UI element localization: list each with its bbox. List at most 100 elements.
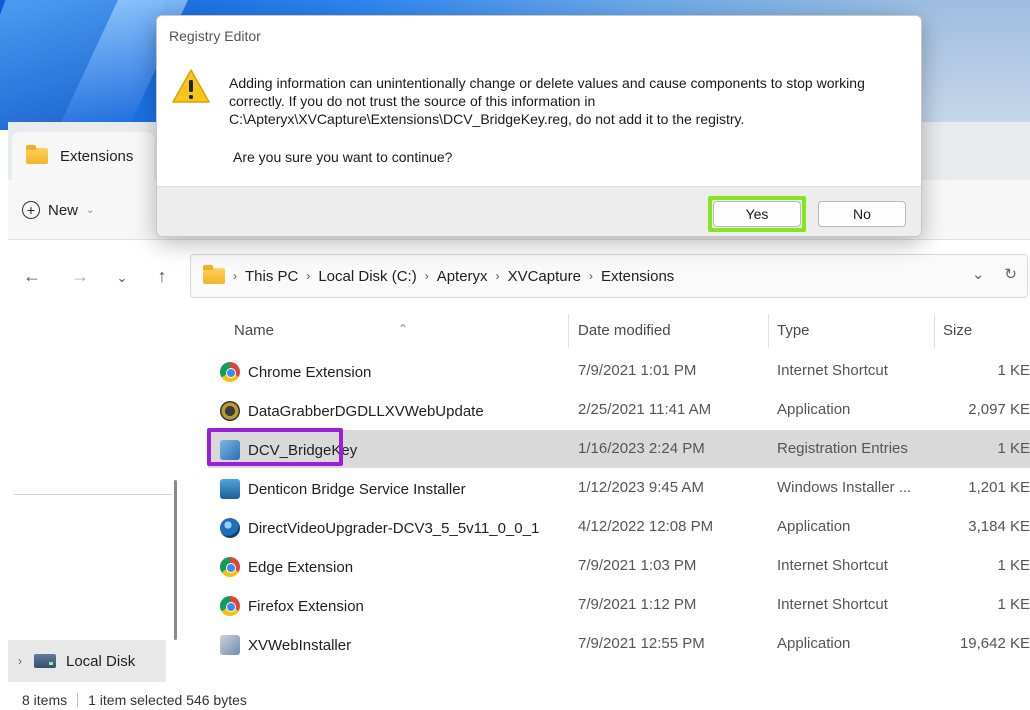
forward-arrow-icon[interactable]: → [68,266,92,287]
yes-button[interactable]: Yes [713,201,801,227]
file-type: Windows Installer ... [777,479,912,496]
file-name: Chrome Extension [248,363,372,381]
globe-app-icon [220,518,240,538]
file-name: Firefox Extension [248,597,364,615]
file-size: 19,642 KE [959,635,1030,652]
dialog-question: Are you sure you want to continue? [233,149,453,165]
recent-chevron-icon[interactable]: ⌄ [110,270,134,286]
address-dropdown-icon[interactable]: ⌄ [972,265,985,283]
breadcrumb-item[interactable]: XVCapture [508,268,581,285]
warning-icon [172,69,210,103]
file-type: Application [777,518,851,535]
file-size: 1 KE [997,596,1030,613]
file-row[interactable]: XVWebInstaller 7/9/2021 12:55 PM Applica… [208,625,1030,663]
breadcrumb-separator-icon: › [588,269,593,283]
chevron-down-icon: ⌄ [86,204,95,216]
column-header: ⌃ Name Date modified Type Size [208,310,1030,348]
chrome-icon [220,557,240,577]
file-name: Denticon Bridge Service Installer [248,480,466,498]
sort-caret-icon: ⌃ [398,322,409,336]
nav-item-local-disk[interactable]: › Local Disk [8,640,166,682]
tab-extensions[interactable]: Extensions [12,132,154,180]
nav-divider [14,494,172,495]
selection-info: 1 item selected 546 bytes [88,692,247,708]
file-name: Edge Extension [248,558,354,576]
nav-scrollbar[interactable] [174,480,177,640]
breadcrumb-item[interactable]: This PC [245,268,298,285]
folder-icon [203,265,225,284]
file-type: Registration Entries [777,440,908,457]
chrome-icon [220,596,240,616]
breadcrumb-item[interactable]: Local Disk (C:) [318,268,416,285]
file-name: DataGrabberDGDLLXVWebUpdate [248,402,484,420]
installer-icon [220,479,240,499]
breadcrumb-item[interactable]: Apteryx [437,268,488,285]
tab-label: Extensions [60,147,134,165]
file-date: 2/25/2021 11:41 AM [578,401,712,418]
navigation-bar: ← → ⌄ ↑ › This PC › Local Disk (C:) › Ap… [8,240,1030,310]
breadcrumb-separator-icon: › [233,269,237,283]
navigation-pane: › Local Disk [8,310,186,690]
file-row-selected[interactable]: DCV_BridgeKey 1/16/2023 2:24 PM Registra… [208,430,1030,468]
new-button[interactable]: + New ⌄ [22,196,94,224]
file-date: 7/9/2021 1:12 PM [578,596,697,613]
file-name: DirectVideoUpgrader-DCV3_5_5v11_0_0_1 [248,519,540,537]
address-bar[interactable]: › This PC › Local Disk (C:) › Apteryx › … [190,254,1028,298]
chrome-icon [220,362,240,382]
nav-item-label: Local Disk [66,652,136,670]
file-row[interactable]: Firefox Extension 7/9/2021 1:12 PM Inter… [208,586,1030,624]
registry-file-icon [220,440,240,460]
new-label: New [48,201,79,219]
file-name: XVWebInstaller [248,636,352,654]
wallpaper-bloom [920,0,1030,130]
column-separator[interactable] [768,314,769,348]
file-date: 7/9/2021 12:55 PM [578,635,705,652]
up-arrow-icon[interactable]: ↑ [150,266,174,287]
file-date: 1/12/2023 9:45 AM [578,479,704,496]
back-arrow-icon[interactable]: ← [20,266,44,287]
file-size: 1,201 KE [968,479,1030,496]
column-size-header[interactable]: Size [943,322,972,339]
dialog-footer: Yes No [157,186,921,236]
breadcrumb-separator-icon: › [306,269,311,283]
status-bar: 8 items 1 item selected 546 bytes [0,690,1030,710]
file-size: 3,184 KE [968,518,1030,535]
file-name: DCV_BridgeKey [248,441,358,459]
plus-icon: + [22,201,40,219]
file-type: Application [777,401,851,418]
no-button[interactable]: No [818,201,906,227]
file-row[interactable]: DataGrabberDGDLLXVWebUpdate 2/25/2021 11… [208,391,1030,429]
file-type: Internet Shortcut [777,362,888,379]
file-row[interactable]: Edge Extension 7/9/2021 1:03 PM Internet… [208,547,1030,585]
registry-editor-dialog: Registry Editor Adding information can u… [156,15,922,237]
item-count: 8 items [22,692,68,708]
file-list: ⌃ Name Date modified Type Size Chrome Ex… [208,310,1030,690]
file-type: Internet Shortcut [777,596,888,613]
file-date: 7/9/2021 1:03 PM [578,557,697,574]
folder-icon [26,145,48,164]
expand-chevron-icon[interactable]: › [18,654,22,668]
file-row[interactable]: Chrome Extension 7/9/2021 1:01 PM Intern… [208,352,1030,390]
column-name-header[interactable]: Name [234,322,274,339]
column-separator[interactable] [568,314,569,348]
gear-app-icon [220,401,240,421]
breadcrumb-item[interactable]: Extensions [601,268,674,285]
drive-icon [34,654,56,668]
file-size: 1 KE [997,362,1030,379]
file-size: 1 KE [997,557,1030,574]
file-row[interactable]: Denticon Bridge Service Installer 1/12/2… [208,469,1030,507]
column-type-header[interactable]: Type [777,322,810,339]
file-row[interactable]: DirectVideoUpgrader-DCV3_5_5v11_0_0_1 4/… [208,508,1030,546]
box-app-icon [220,635,240,655]
breadcrumb-separator-icon: › [495,269,500,283]
breadcrumb-separator-icon: › [424,269,429,283]
file-date: 4/12/2022 12:08 PM [578,518,714,535]
refresh-icon[interactable]: ↻ [1004,265,1017,283]
file-date: 7/9/2021 1:01 PM [578,362,697,379]
column-separator[interactable] [934,314,935,348]
column-date-header[interactable]: Date modified [578,322,671,339]
dialog-message: Adding information can unintentionally c… [229,75,865,127]
address-bar-actions: ⌄ ↻ [972,265,1017,283]
file-size: 1 KE [997,440,1030,457]
file-type: Application [777,635,851,652]
